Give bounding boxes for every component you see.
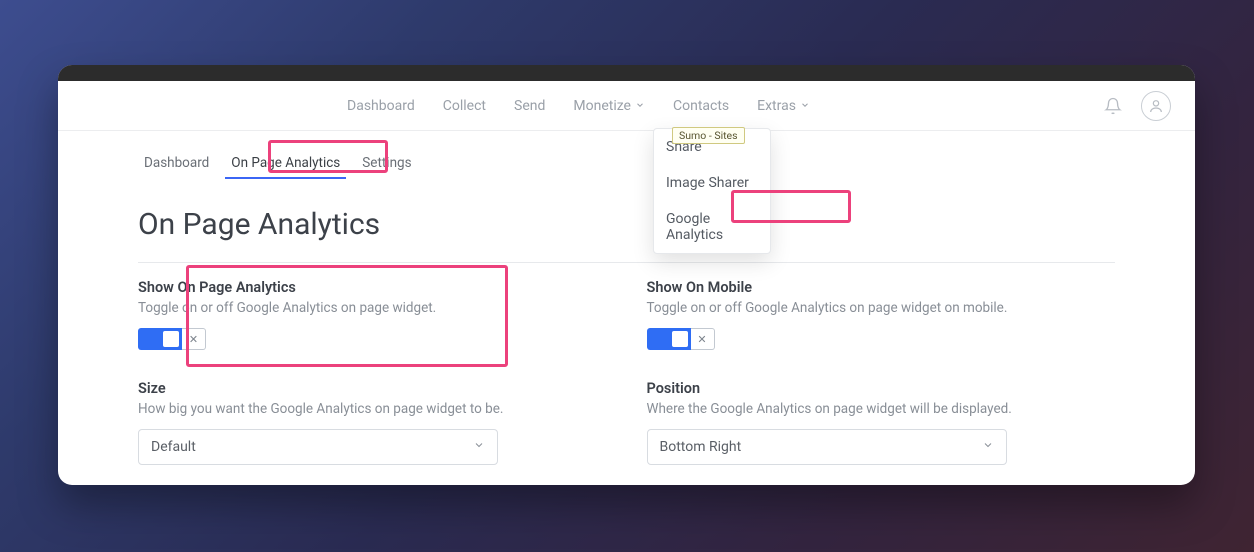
avatar[interactable] [1141, 91, 1171, 121]
select-size[interactable]: Default [138, 429, 498, 465]
select-value: Default [151, 439, 196, 455]
field-title: Show On Mobile [647, 279, 1116, 296]
nav-extras[interactable]: Extras [757, 98, 810, 114]
top-nav: Dashboard Collect Send Monetize Contacts… [58, 81, 1195, 131]
tooltip-label: Sumo - Sites [672, 127, 745, 144]
nav-monetize-label: Monetize [573, 98, 631, 114]
chevron-down-icon [982, 439, 994, 455]
tab-on-page-analytics[interactable]: On Page Analytics [225, 149, 346, 179]
nav-center: Dashboard Collect Send Monetize Contacts… [58, 98, 1099, 114]
window-titlebar [58, 65, 1195, 81]
nav-contacts[interactable]: Contacts [673, 98, 729, 114]
toggle-knob [163, 331, 179, 347]
field-title: Show On Page Analytics [138, 279, 607, 296]
field-desc: Toggle on or off Google Analytics on pag… [647, 300, 1116, 316]
select-value: Bottom Right [660, 439, 742, 455]
field-show-mobile: Show On Mobile Toggle on or off Google A… [647, 279, 1116, 350]
field-position: Position Where the Google Analytics on p… [647, 380, 1116, 465]
nav-send[interactable]: Send [514, 98, 545, 114]
dropdown-item-image-sharer[interactable]: Image Sharer [654, 165, 770, 201]
dropdown-item-google-analytics[interactable]: Google Analytics [654, 201, 770, 253]
settings-grid: Show On Page Analytics Toggle on or off … [138, 263, 1115, 465]
nav-monetize[interactable]: Monetize [573, 98, 645, 114]
toggle-clear-button[interactable] [182, 328, 206, 350]
page-title: On Page Analytics [138, 207, 1115, 242]
app-window: Dashboard Collect Send Monetize Contacts… [58, 65, 1195, 485]
field-desc: How big you want the Google Analytics on… [138, 401, 607, 417]
toggle-show-analytics[interactable] [138, 328, 182, 350]
extras-dropdown: Sumo - Sites Share Image Sharer Google A… [653, 128, 771, 254]
toggle-show-mobile[interactable] [647, 328, 691, 350]
toggle-clear-button[interactable] [691, 328, 715, 350]
field-size: Size How big you want the Google Analyti… [138, 380, 607, 465]
toggle-row [138, 328, 607, 350]
toggle-row [647, 328, 1116, 350]
content-area: Dashboard On Page Analytics Settings On … [58, 131, 1195, 465]
field-desc: Toggle on or off Google Analytics on pag… [138, 300, 607, 316]
bell-icon[interactable] [1099, 92, 1127, 120]
nav-extras-label: Extras [757, 98, 796, 114]
sub-tabs: Dashboard On Page Analytics Settings [138, 131, 1115, 189]
toggle-knob [672, 331, 688, 347]
chevron-down-icon [800, 98, 810, 114]
field-title: Position [647, 380, 1116, 397]
tab-dashboard[interactable]: Dashboard [138, 149, 215, 179]
field-desc: Where the Google Analytics on page widge… [647, 401, 1116, 417]
chevron-down-icon [635, 98, 645, 114]
field-show-analytics: Show On Page Analytics Toggle on or off … [138, 279, 607, 350]
chevron-down-icon [473, 439, 485, 455]
nav-collect[interactable]: Collect [443, 98, 486, 114]
tab-settings[interactable]: Settings [356, 149, 417, 179]
nav-dashboard[interactable]: Dashboard [347, 98, 415, 114]
field-title: Size [138, 380, 607, 397]
select-position[interactable]: Bottom Right [647, 429, 1007, 465]
nav-right [1099, 91, 1171, 121]
